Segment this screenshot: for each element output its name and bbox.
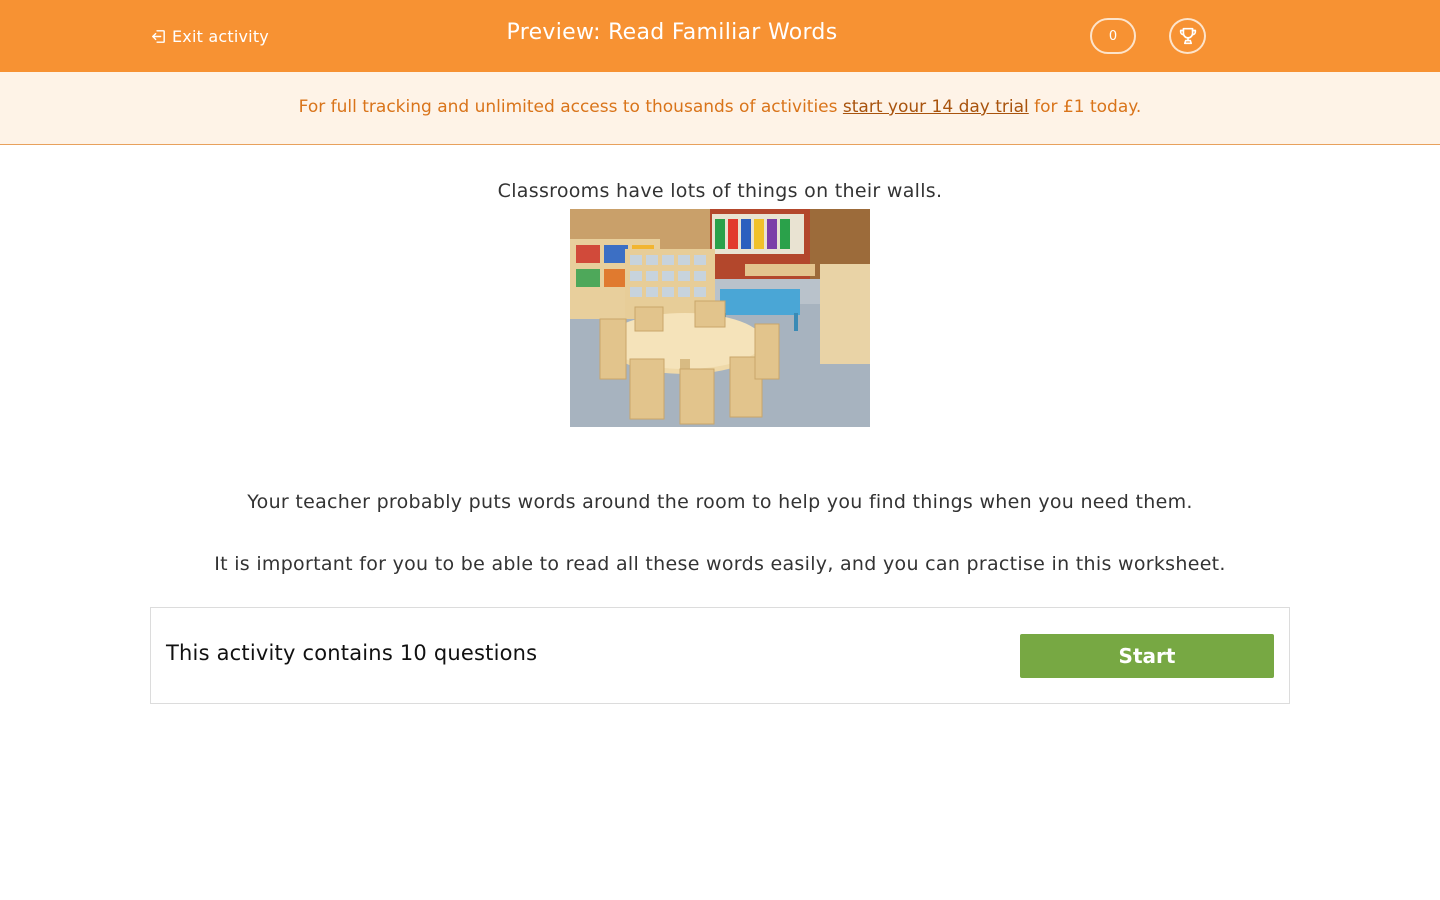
activity-start-panel: This activity contains 10 questions Star… bbox=[150, 607, 1290, 704]
score-badge: 0 bbox=[1090, 18, 1136, 54]
trophy-button[interactable] bbox=[1169, 18, 1206, 54]
trophy-icon bbox=[1179, 27, 1196, 45]
intro-text: Classrooms have lots of things on their … bbox=[497, 180, 943, 202]
top-bar: Exit activity Preview: Read Familiar Wor… bbox=[0, 0, 1440, 72]
classroom-image bbox=[570, 209, 870, 427]
paragraph-teacher-words: Your teacher probably puts words around … bbox=[247, 491, 1193, 513]
start-trial-link[interactable]: start your 14 day trial bbox=[843, 97, 1029, 117]
exit-activity-link[interactable]: Exit activity bbox=[150, 24, 269, 48]
banner-text-before: For full tracking and unlimited access t… bbox=[298, 97, 843, 117]
page-title: Preview: Read Familiar Words bbox=[506, 20, 838, 45]
start-button[interactable]: Start bbox=[1020, 634, 1274, 678]
paragraph-practise: It is important for you to be able to re… bbox=[214, 553, 1226, 575]
trial-banner: For full tracking and unlimited access t… bbox=[0, 72, 1440, 145]
exit-icon bbox=[152, 29, 165, 43]
exit-activity-label: Exit activity bbox=[172, 26, 269, 46]
question-count-text: This activity contains 10 questions bbox=[166, 641, 538, 665]
banner-text-after: for £1 today. bbox=[1028, 97, 1142, 117]
